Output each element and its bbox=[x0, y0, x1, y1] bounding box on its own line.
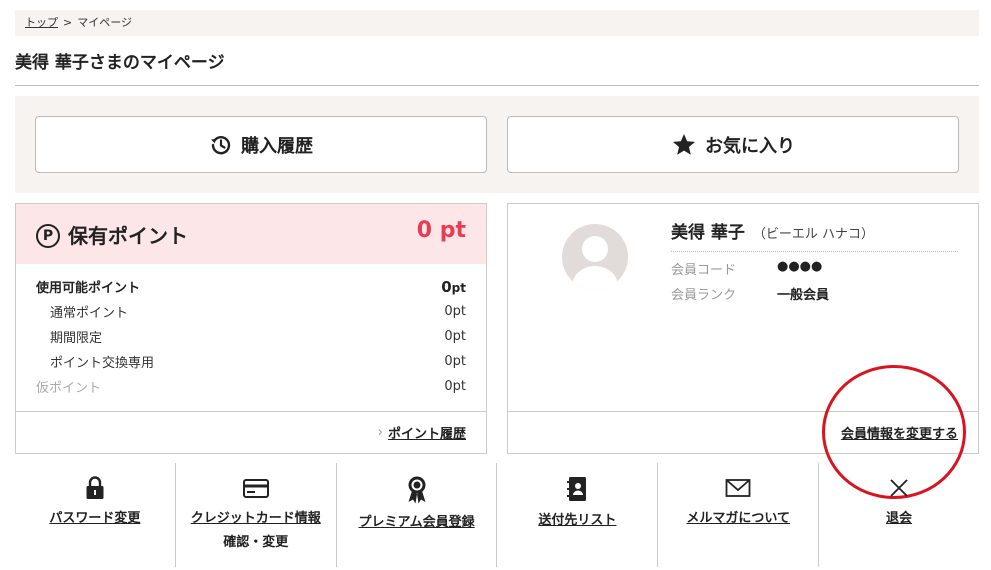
temp-points-label: 仮ポイント bbox=[36, 381, 102, 396]
member-code-row: 会員コード ●●●● bbox=[671, 259, 822, 278]
purchase-history-label: 購入履歴 bbox=[241, 135, 313, 157]
member-rank-row: 会員ランク 一般会員 bbox=[671, 284, 829, 303]
credit-card-icon bbox=[242, 479, 269, 498]
award-ribbon-icon bbox=[408, 476, 426, 504]
member-divider bbox=[671, 251, 958, 252]
normal-points-value: 0pt bbox=[444, 304, 466, 319]
favorites-label: お気に入り bbox=[705, 135, 795, 157]
nav-withdraw-label: 退会 bbox=[886, 511, 913, 526]
close-icon bbox=[890, 479, 908, 497]
list-item: 通常ポイント 0pt bbox=[36, 299, 466, 324]
normal-points-label: 通常ポイント bbox=[50, 306, 129, 321]
usable-points-row: 使用可能ポイント 0pt bbox=[36, 274, 466, 299]
member-code-label: 会員コード bbox=[671, 263, 737, 278]
nav-newsletter-label: メルマガについて bbox=[686, 511, 791, 526]
exchange-points-label: ポイント交換専用 bbox=[50, 356, 155, 371]
nav-withdraw[interactable]: 退会 bbox=[818, 463, 979, 567]
point-history-link[interactable]: ポイント履歴 bbox=[388, 423, 466, 442]
avatar-head-shape bbox=[582, 236, 608, 262]
member-name-text: 美得 華子 bbox=[671, 223, 745, 243]
star-icon bbox=[672, 133, 696, 155]
member-name: 美得 華子 （ビーエル ハナコ） bbox=[671, 218, 874, 243]
temp-points-value: 0pt bbox=[444, 379, 466, 394]
usable-points-label: 使用可能ポイント bbox=[36, 281, 141, 296]
points-total: 0 pt bbox=[416, 218, 466, 243]
usable-points-value: 0pt bbox=[441, 277, 466, 296]
top-action-panel: 購入履歴 お気に入り bbox=[15, 96, 979, 193]
nav-password-label: パスワード変更 bbox=[49, 511, 141, 526]
points-header: P 保有ポイント 0 pt bbox=[16, 204, 486, 264]
avatar bbox=[562, 224, 628, 290]
member-code-value: ●●●● bbox=[777, 259, 823, 274]
points-breakdown: 使用可能ポイント 0pt 通常ポイント 0pt 期間限定 0pt ポイント交換専… bbox=[16, 264, 486, 399]
nav-address-list[interactable]: 送付先リスト bbox=[496, 463, 657, 567]
member-rank-value: 一般会員 bbox=[777, 288, 830, 303]
nav-credit-label-2: 確認・変更 bbox=[223, 535, 289, 550]
nav-credit-label-1: クレジットカード情報 bbox=[190, 511, 321, 526]
point-icon: P bbox=[36, 224, 60, 248]
address-book-icon bbox=[567, 477, 587, 501]
nav-password-change[interactable]: パスワード変更 bbox=[15, 463, 175, 567]
envelope-icon bbox=[725, 479, 751, 497]
nav-credit-card[interactable]: クレジットカード情報 確認・変更 bbox=[174, 463, 336, 567]
breadcrumb-separator: > bbox=[63, 16, 73, 29]
history-icon bbox=[211, 135, 231, 154]
list-item: 期間限定 0pt bbox=[36, 324, 466, 349]
points-footer: › ポイント履歴 bbox=[16, 411, 486, 453]
lock-icon bbox=[86, 476, 104, 499]
breadcrumb-home-link[interactable]: トップ bbox=[25, 16, 58, 29]
breadcrumb: トップ > マイページ bbox=[15, 10, 979, 36]
favorites-button[interactable]: お気に入り bbox=[507, 116, 959, 173]
page-title: 美得 華子さまのマイページ bbox=[15, 53, 225, 73]
nav-premium[interactable]: プレミアム会員登録 bbox=[335, 463, 497, 567]
chevron-right-icon: › bbox=[377, 425, 383, 440]
limited-points-value: 0pt bbox=[444, 329, 466, 344]
list-item: 仮ポイント 0pt bbox=[36, 374, 466, 399]
purchase-history-button[interactable]: 購入履歴 bbox=[35, 116, 487, 173]
list-item: ポイント交換専用 0pt bbox=[36, 349, 466, 374]
avatar-body-shape bbox=[572, 266, 618, 290]
nav-premium-label: プレミアム会員登録 bbox=[358, 515, 475, 530]
member-name-kana: （ビーエル ハナコ） bbox=[752, 227, 875, 242]
nav-newsletter[interactable]: メルマガについて bbox=[657, 463, 818, 567]
points-title: 保有ポイント bbox=[68, 223, 188, 248]
member-rank-label: 会員ランク bbox=[671, 288, 737, 303]
exchange-points-value: 0pt bbox=[444, 354, 466, 369]
title-divider bbox=[15, 85, 979, 86]
limited-points-label: 期間限定 bbox=[50, 331, 103, 346]
bottom-nav: パスワード変更 クレジットカード情報 確認・変更 プレミアム会員登録 送付先リス… bbox=[15, 463, 979, 567]
points-card: P 保有ポイント 0 pt 使用可能ポイント 0pt 通常ポイント 0pt 期間… bbox=[15, 203, 487, 454]
breadcrumb-current: マイページ bbox=[77, 16, 132, 29]
nav-address-label: 送付先リスト bbox=[538, 513, 617, 528]
